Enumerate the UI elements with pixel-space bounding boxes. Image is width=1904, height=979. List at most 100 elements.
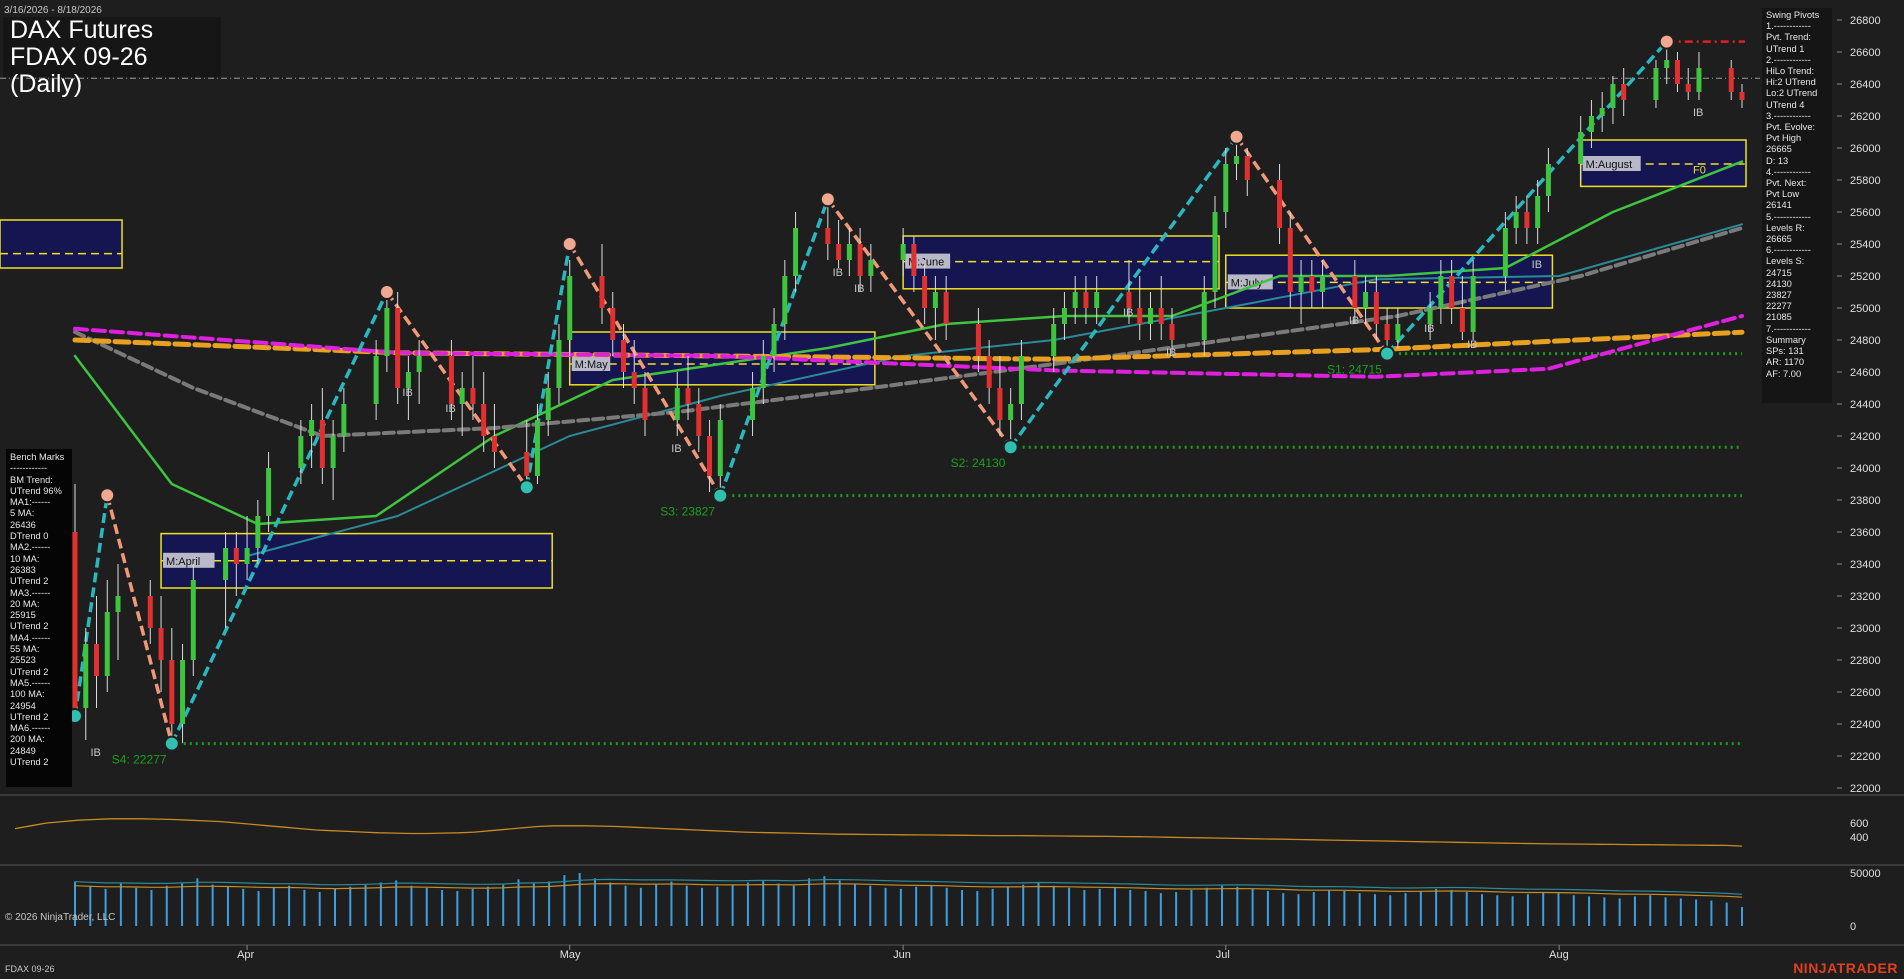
- bar-marker-label: IB: [1467, 339, 1477, 351]
- candle-body: [1588, 116, 1594, 132]
- date-tick-label: Jun: [893, 949, 911, 961]
- candle-body: [341, 404, 347, 436]
- candle-body: [1018, 356, 1024, 404]
- price-tick-label: 23800: [1850, 495, 1881, 507]
- swing-high-marker: [819, 191, 836, 208]
- support-label: S4: 22277: [112, 753, 167, 767]
- price-tick-label: 25600: [1850, 207, 1881, 219]
- monthly-box-label: M:April: [166, 556, 200, 568]
- candle-body: [707, 436, 713, 476]
- swing-low-marker: [163, 735, 180, 752]
- swing-pivot-line: [1235, 135, 1389, 355]
- price-tick-label: 25800: [1850, 175, 1881, 187]
- candle-body: [1395, 324, 1401, 340]
- price-tick-label: 22400: [1850, 719, 1881, 731]
- price-tick-label: 22200: [1850, 751, 1881, 763]
- candle-body: [857, 244, 863, 276]
- candle-body: [158, 628, 164, 660]
- candle-body: [255, 516, 261, 548]
- price-tick-label: 24600: [1850, 367, 1881, 379]
- monthly-box-label: M:May: [575, 359, 609, 371]
- swing-low-marker: [712, 487, 729, 504]
- swing-pivot-markers: [67, 33, 1675, 752]
- candle-body: [556, 340, 562, 388]
- volume-panel: 0 50000: [74, 868, 1881, 933]
- monthly-box: [902, 235, 1220, 290]
- copyright: © 2026 NinjaTrader, LLC: [5, 912, 116, 923]
- price-tick-label: 26200: [1850, 111, 1881, 123]
- candle-body: [1449, 276, 1455, 308]
- candle-body: [782, 276, 788, 324]
- swing-low-marker: [1002, 439, 1019, 456]
- candle-body: [620, 340, 626, 372]
- candle-body: [309, 420, 315, 436]
- price-tick-label: 26400: [1850, 79, 1881, 91]
- candle-body: [1373, 292, 1379, 324]
- candle-body: [405, 372, 411, 388]
- candle-body: [459, 388, 465, 404]
- candle-body: [1072, 292, 1078, 308]
- support-label: S1: 24715: [1327, 363, 1382, 377]
- price-tick-label: 23200: [1850, 591, 1881, 603]
- bar-marker-label: IB: [854, 283, 864, 295]
- candle-body: [1664, 60, 1670, 68]
- swing-pivots-panel: Swing Pivots 1.------------ Pvt. Trend: …: [1762, 8, 1832, 403]
- price-chart[interactable]: M:AprilM:MayM:JuneM:JulyM:August S4: 222…: [0, 0, 1904, 979]
- volume-average-line: [74, 882, 1743, 898]
- swing-high-marker: [561, 236, 578, 252]
- candle-body: [1438, 276, 1444, 308]
- candle-body: [1696, 68, 1702, 92]
- candle-body: [1653, 68, 1659, 100]
- candle-body: [1201, 292, 1207, 340]
- bar-marker-label: IB: [1166, 347, 1176, 359]
- candle-body: [1158, 308, 1164, 324]
- price-grid: [0, 794, 1904, 946]
- price-tick-label: 24000: [1850, 463, 1881, 475]
- bar-marker-label: IB: [671, 443, 681, 455]
- date-tick-label: Aug: [1549, 949, 1569, 961]
- candle-body: [83, 644, 89, 708]
- candle-body: [180, 660, 186, 724]
- candle-body: [1061, 308, 1067, 324]
- candle-body: [319, 420, 325, 468]
- candle-body: [1384, 324, 1390, 340]
- candle-body: [922, 276, 928, 308]
- candle-body: [1126, 292, 1132, 308]
- candle-body: [760, 356, 766, 388]
- candle-body: [1223, 164, 1229, 212]
- support-label: S3: 23827: [660, 505, 715, 519]
- price-tick-label: 26600: [1850, 47, 1881, 59]
- candle-body: [1427, 308, 1433, 324]
- candle-body: [599, 276, 605, 308]
- candle-body: [72, 532, 78, 708]
- price-tick-label: 22600: [1850, 687, 1881, 699]
- candle-body: [94, 644, 100, 676]
- candle-body: [1352, 276, 1358, 308]
- candle-body: [642, 388, 648, 420]
- candle-body: [1244, 156, 1250, 180]
- candle-body: [1298, 276, 1304, 292]
- candle-body: [567, 276, 573, 340]
- swing-pivot-line: [524, 243, 572, 488]
- candle-body: [1610, 84, 1616, 108]
- title-instrument-name: DAX Futures: [10, 16, 154, 44]
- moving-average-line: [73, 314, 1744, 379]
- candle-body: [1234, 156, 1240, 164]
- brand-logo: NINJATRADER: [1793, 960, 1898, 976]
- candle-body: [1535, 196, 1541, 228]
- candle-body: [900, 244, 906, 260]
- swing-low-marker: [518, 479, 535, 496]
- candle-body: [1363, 292, 1369, 308]
- candle-body: [631, 372, 637, 388]
- candle-body: [1524, 212, 1530, 228]
- candle-body: [190, 580, 196, 660]
- candle-body: [1513, 212, 1519, 228]
- candle-body: [244, 548, 250, 564]
- candle-body: [1008, 404, 1014, 420]
- bar-marker-label: F0: [1693, 165, 1706, 177]
- candle-body: [1502, 228, 1508, 276]
- bar-marker-label: IB: [445, 403, 455, 415]
- candle-body: [545, 388, 551, 420]
- price-tick-label: 25200: [1850, 271, 1881, 283]
- volume-tick-label: 0: [1850, 921, 1856, 933]
